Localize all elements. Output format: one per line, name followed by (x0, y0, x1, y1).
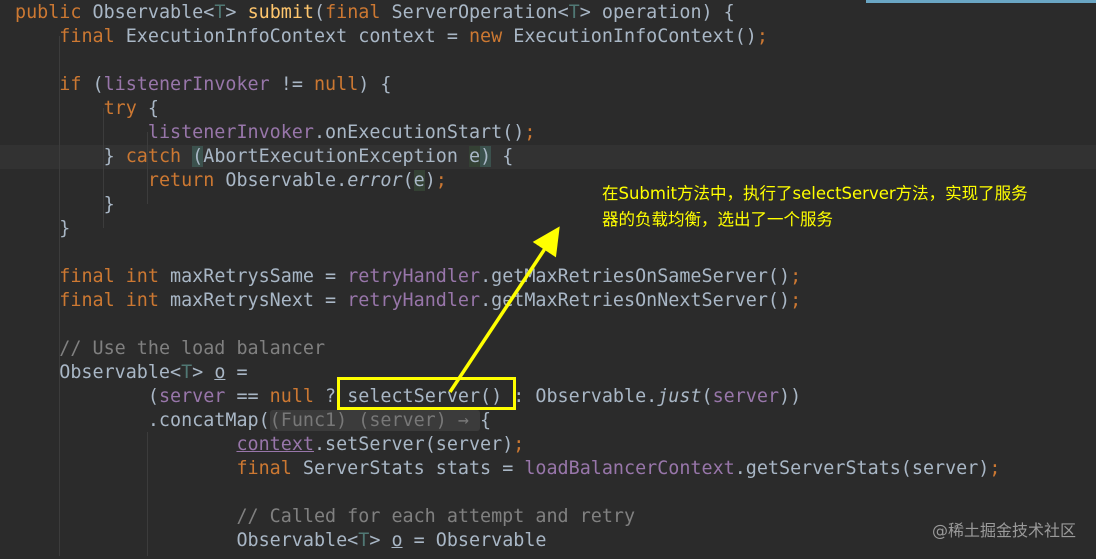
annotation-note: 在Submit方法中，执行了selectServer方法，实现了服务 器的负载均… (602, 184, 1028, 229)
watermark: @稀土掘金技术社区 (931, 521, 1076, 540)
code-editor[interactable]: public Observable<T> submit(final Server… (0, 0, 1096, 559)
annotation-arrow (448, 226, 560, 393)
